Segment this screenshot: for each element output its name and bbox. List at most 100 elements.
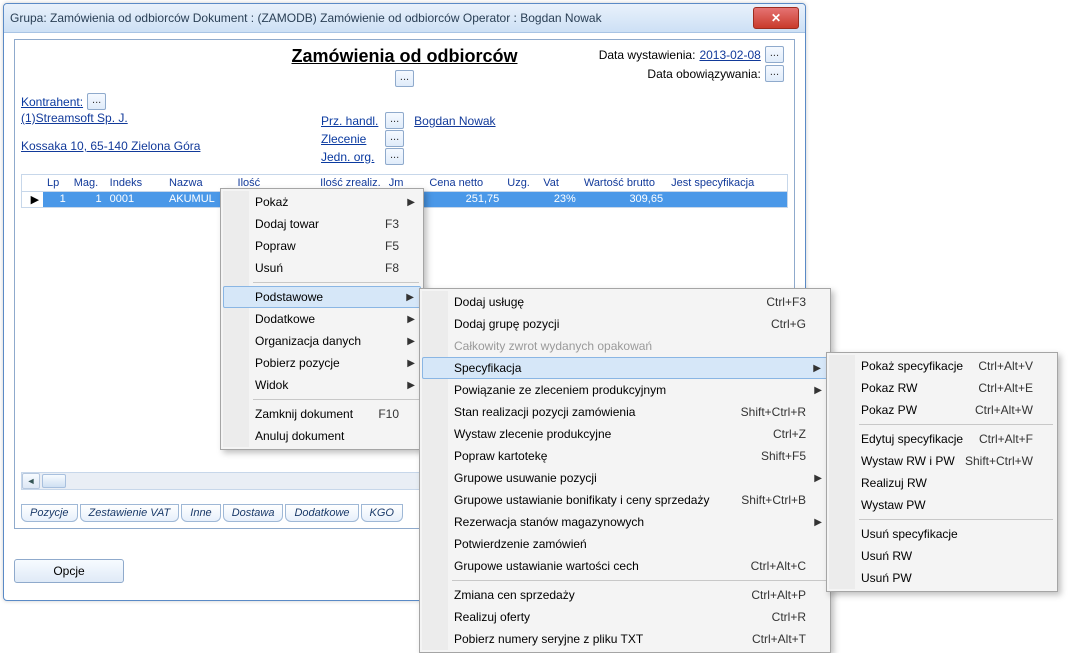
titlebar: Grupa: Zamówienia od odbiorców Dokument … [4,4,805,33]
menu-item[interactable]: Edytuj specyfikacjeCtrl+Alt+F [829,428,1055,450]
menu-item[interactable]: PoprawF5 [223,235,421,257]
chevron-right-icon: ▶ [407,197,415,208]
menu-item[interactable]: Wystaw PW [829,494,1055,516]
close-icon: ✕ [771,11,781,25]
zlecenie-picker[interactable]: ... [385,130,404,147]
scroll-thumb[interactable] [42,474,66,488]
menu-item[interactable]: Usuń PW [829,567,1055,589]
menu-item[interactable]: Wystaw zlecenie produkcyjne Ctrl+Z [422,423,828,445]
tab-kgo[interactable]: KGO [361,504,403,522]
menu-shortcut: Ctrl+R [772,610,806,624]
opcje-button[interactable]: Opcje [14,559,124,583]
menu-item[interactable]: Pobierz numery seryjne z pliku TXTCtrl+A… [422,628,828,650]
title-more-button[interactable]: ... [395,70,414,87]
tab-dostawa[interactable]: Dostawa [223,504,284,522]
context-menu-level3[interactable]: Pokaż specyfikacjeCtrl+Alt+VPokaz RWCtrl… [826,352,1058,592]
menu-item-label: Usuń RW [861,549,912,563]
col-vat[interactable]: Vat [539,175,580,192]
menu-shortcut: Ctrl+Alt+W [975,403,1033,417]
menu-item[interactable]: Potwierdzenie zamówień [422,533,828,555]
menu-shortcut: Ctrl+G [771,317,806,331]
menu-shortcut: Ctrl+Z [773,427,806,441]
col-uzg[interactable]: Uzg. [503,175,539,192]
kontrahent-picker[interactable]: ... [87,93,106,110]
menu-item[interactable]: Pokaz PWCtrl+Alt+W [829,399,1055,421]
menu-item[interactable]: Zamknij dokumentF10 [223,403,421,425]
tab-pozycje[interactable]: Pozycje [21,504,78,522]
col-wb[interactable]: Wartość brutto [580,175,667,192]
menu-item-label: Realizuj oferty [454,610,530,624]
menu-separator [859,424,1053,425]
menu-item[interactable]: Dodaj grupę pozycji Ctrl+G [422,313,828,335]
prz-handl-label: Prz. handl. [321,114,381,128]
menu-item[interactable]: Widok ▶ [223,374,421,396]
menu-shortcut: Ctrl+Alt+V [978,359,1033,373]
menu-item[interactable]: Organizacja danych▶ [223,330,421,352]
col-indeks[interactable]: Indeks [106,175,165,192]
menu-item[interactable]: Popraw kartotekęShift+F5 [422,445,828,467]
menu-shortcut: Ctrl+Alt+P [751,588,806,602]
menu-item-label: Realizuj RW [861,476,927,490]
tab-dodatkowe[interactable]: Dodatkowe [285,504,358,522]
context-menu-level1[interactable]: Pokaż▶Dodaj towarF3PoprawF5UsuńF8 Podstaw… [220,188,424,450]
jedn-org-label: Jedn. org. [321,150,381,164]
menu-item-label: Wystaw zlecenie produkcyjne [454,427,611,441]
menu-item[interactable]: UsuńF8 [223,257,421,279]
jedn-org-picker[interactable]: ... [385,148,404,165]
menu-item-label: Organizacja danych [255,334,361,348]
menu-item-label: Dodaj grupę pozycji [454,317,559,331]
col-mag[interactable]: Mag. [70,175,106,192]
menu-item[interactable]: Zmiana cen sprzedażyCtrl+Alt+P [422,584,828,606]
context-menu-level2[interactable]: Dodaj usługęCtrl+F3 Dodaj grupę pozycji Ct… [419,288,831,653]
menu-separator [253,282,419,283]
close-button[interactable]: ✕ [753,7,799,29]
date-effect-picker[interactable]: ... [765,65,784,82]
menu-item[interactable]: Specyfikacja▶ [422,357,828,379]
kontrahent-name[interactable]: (1)Streamsoft Sp. J. [21,111,128,125]
menu-item[interactable]: Usuń specyfikacje [829,523,1055,545]
menu-item[interactable]: Dodaj towarF3 [223,213,421,235]
menu-item[interactable]: Pokaż specyfikacjeCtrl+Alt+V [829,355,1055,377]
chevron-right-icon: ▶ [407,358,415,369]
col-lp[interactable]: Lp [43,175,70,192]
col-cena[interactable]: Cena netto [425,175,503,192]
menu-item[interactable]: Pokaż▶ [223,191,421,213]
menu-item-label: Pobierz pozycje [255,356,340,370]
menu-item[interactable]: Anuluj dokument [223,425,421,447]
menu-item-label: Grupowe usuwanie pozycji [454,471,597,485]
tab-inne[interactable]: Inne [181,504,220,522]
opcje-label: Opcje [53,564,84,578]
menu-item[interactable]: Podstawowe▶ [223,286,421,308]
menu-item[interactable]: Realizuj oferty Ctrl+R [422,606,828,628]
menu-item-label: Widok [255,378,288,392]
menu-item[interactable]: Grupowe ustawianie bonifikaty i ceny spr… [422,489,828,511]
menu-item-label: Zamknij dokument [255,407,353,421]
date-issue-picker[interactable]: ... [765,46,784,63]
menu-item-label: Popraw kartotekę [454,449,547,463]
menu-item[interactable]: Dodaj usługęCtrl+F3 [422,291,828,313]
menu-item[interactable]: Pokaz RWCtrl+Alt+E [829,377,1055,399]
prz-handl-picker[interactable]: ... [385,112,404,129]
menu-item-label: Usuń specyfikacje [861,527,958,541]
menu-item[interactable]: Usuń RW [829,545,1055,567]
menu-item[interactable]: Grupowe usuwanie pozycji▶ [422,467,828,489]
menu-item-label: Dodatkowe [255,312,315,326]
kontrahent-address[interactable]: Kossaka 10, 65-140 Zielona Góra [21,139,200,153]
menu-shortcut: Shift+Ctrl+R [741,405,806,419]
menu-shortcut: Shift+Ctrl+W [965,454,1033,468]
menu-item[interactable]: Pobierz pozycje ▶ [223,352,421,374]
scroll-left-icon[interactable]: ◄ [22,473,40,489]
chevron-right-icon: ▶ [407,380,415,391]
operator-link[interactable]: Bogdan Nowak [414,114,495,128]
menu-item[interactable]: Grupowe ustawianie wartości cechCtrl+Alt… [422,555,828,577]
col-spec[interactable]: Jest specyfikacja [667,175,787,192]
menu-item[interactable]: Rezerwacja stanów magazynowych▶ [422,511,828,533]
menu-item[interactable]: Powiązanie ze zleceniem produkcyjnym▶ [422,379,828,401]
tab-zestawienie-vat[interactable]: Zestawienie VAT [80,504,180,522]
date-issue-value[interactable]: 2013-02-08 [699,48,760,62]
menu-item[interactable]: Dodatkowe ▶ [223,308,421,330]
menu-item[interactable]: Realizuj RW [829,472,1055,494]
chevron-right-icon: ▶ [407,314,415,325]
menu-item[interactable]: Wystaw RW i PWShift+Ctrl+W [829,450,1055,472]
menu-item[interactable]: Stan realizacji pozycji zamówieniaShift+… [422,401,828,423]
